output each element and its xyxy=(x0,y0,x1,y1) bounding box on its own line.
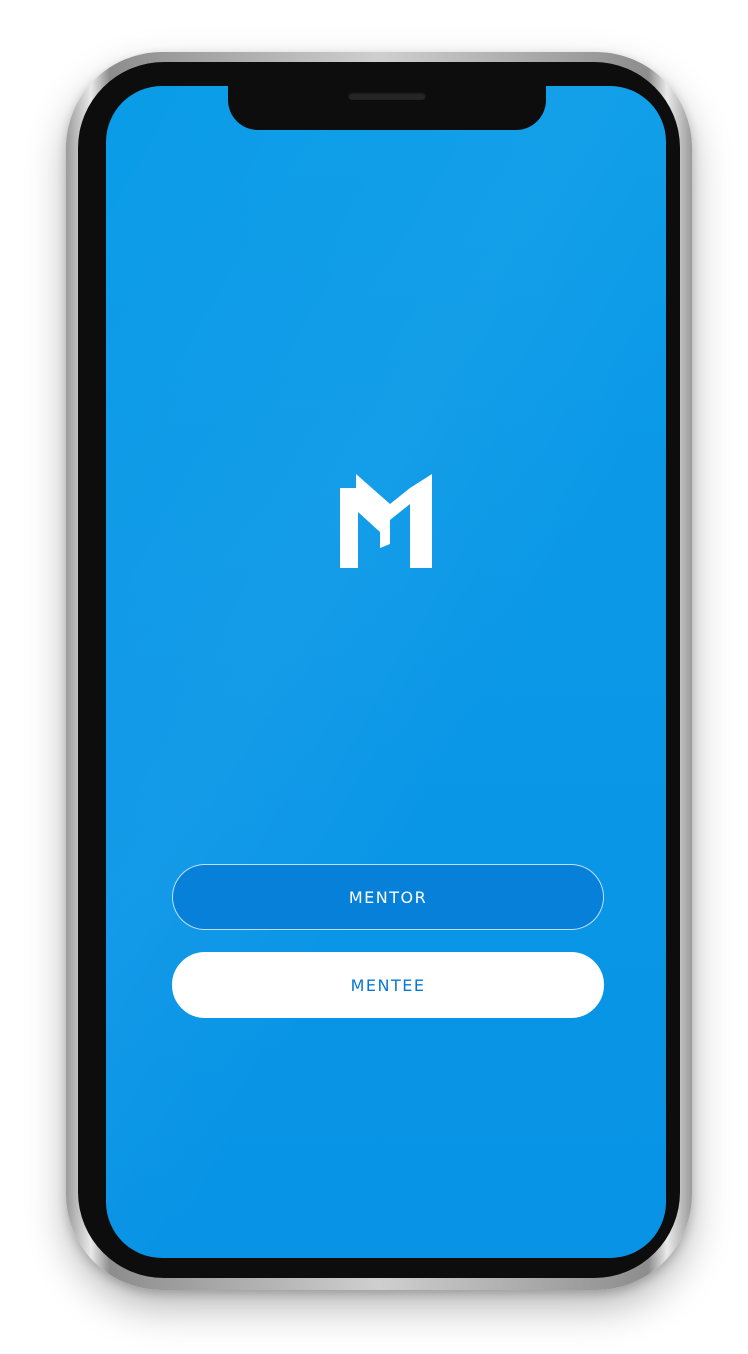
speaker-grille xyxy=(348,92,426,100)
screen-glare xyxy=(106,86,666,1258)
app-screen: MENTOR MENTEE xyxy=(106,86,666,1258)
device-mockup: MENTOR MENTEE xyxy=(0,0,748,1354)
mentor-button-label: MENTOR xyxy=(348,887,428,907)
mentorship-m-logo-icon xyxy=(340,474,432,568)
mentor-button[interactable]: MENTOR xyxy=(172,864,604,930)
device-notch xyxy=(228,86,546,130)
mentee-button[interactable]: MENTEE xyxy=(172,952,604,1018)
mentee-button-label: MENTEE xyxy=(350,975,426,995)
